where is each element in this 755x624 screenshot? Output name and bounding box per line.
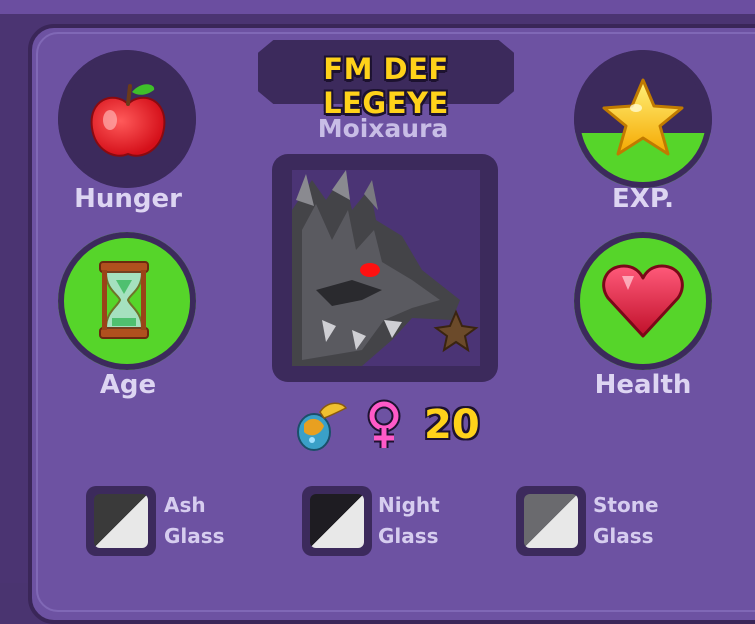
pet-nickname-title: FM DEF LEGEYE xyxy=(323,52,449,120)
pet-species-name: Moixaura xyxy=(317,114,449,143)
swatch-fill xyxy=(94,494,148,548)
egg-origin-icon xyxy=(297,402,348,451)
swatch-type: Glass xyxy=(164,524,225,548)
window-top-bar xyxy=(0,0,755,14)
color-swatch-stone[interactable] xyxy=(516,486,586,556)
dragon-portrait xyxy=(292,170,479,366)
swatch-name: Stone xyxy=(593,493,659,517)
female-gender-icon xyxy=(367,399,401,448)
pet-level: 20 xyxy=(424,402,480,448)
health-label: Health xyxy=(594,370,692,400)
exp-ring xyxy=(574,50,712,188)
swatch-label-ash: Ash Glass xyxy=(164,490,225,552)
swatch-fill xyxy=(310,494,364,548)
hunger-label: Hunger xyxy=(74,184,182,214)
hunger-meter[interactable] xyxy=(58,50,196,188)
age-ring xyxy=(58,232,196,370)
swatch-type: Glass xyxy=(378,524,439,548)
swatch-label-stone: Stone Glass xyxy=(593,490,659,552)
health-meter[interactable] xyxy=(574,232,712,370)
exp-label: EXP. xyxy=(612,184,674,214)
health-ring xyxy=(574,232,712,370)
swatch-type: Glass xyxy=(593,524,654,548)
hunger-ring xyxy=(58,50,196,188)
age-label: Age xyxy=(99,370,157,400)
swatch-name: Night xyxy=(378,493,440,517)
color-swatch-night[interactable] xyxy=(302,486,372,556)
color-swatch-ash[interactable] xyxy=(86,486,156,556)
swatch-label-night: Night Glass xyxy=(378,490,440,552)
swatch-name: Ash xyxy=(164,493,206,517)
exp-meter[interactable] xyxy=(574,50,712,188)
age-meter[interactable] xyxy=(58,232,196,370)
swatch-fill xyxy=(524,494,578,548)
